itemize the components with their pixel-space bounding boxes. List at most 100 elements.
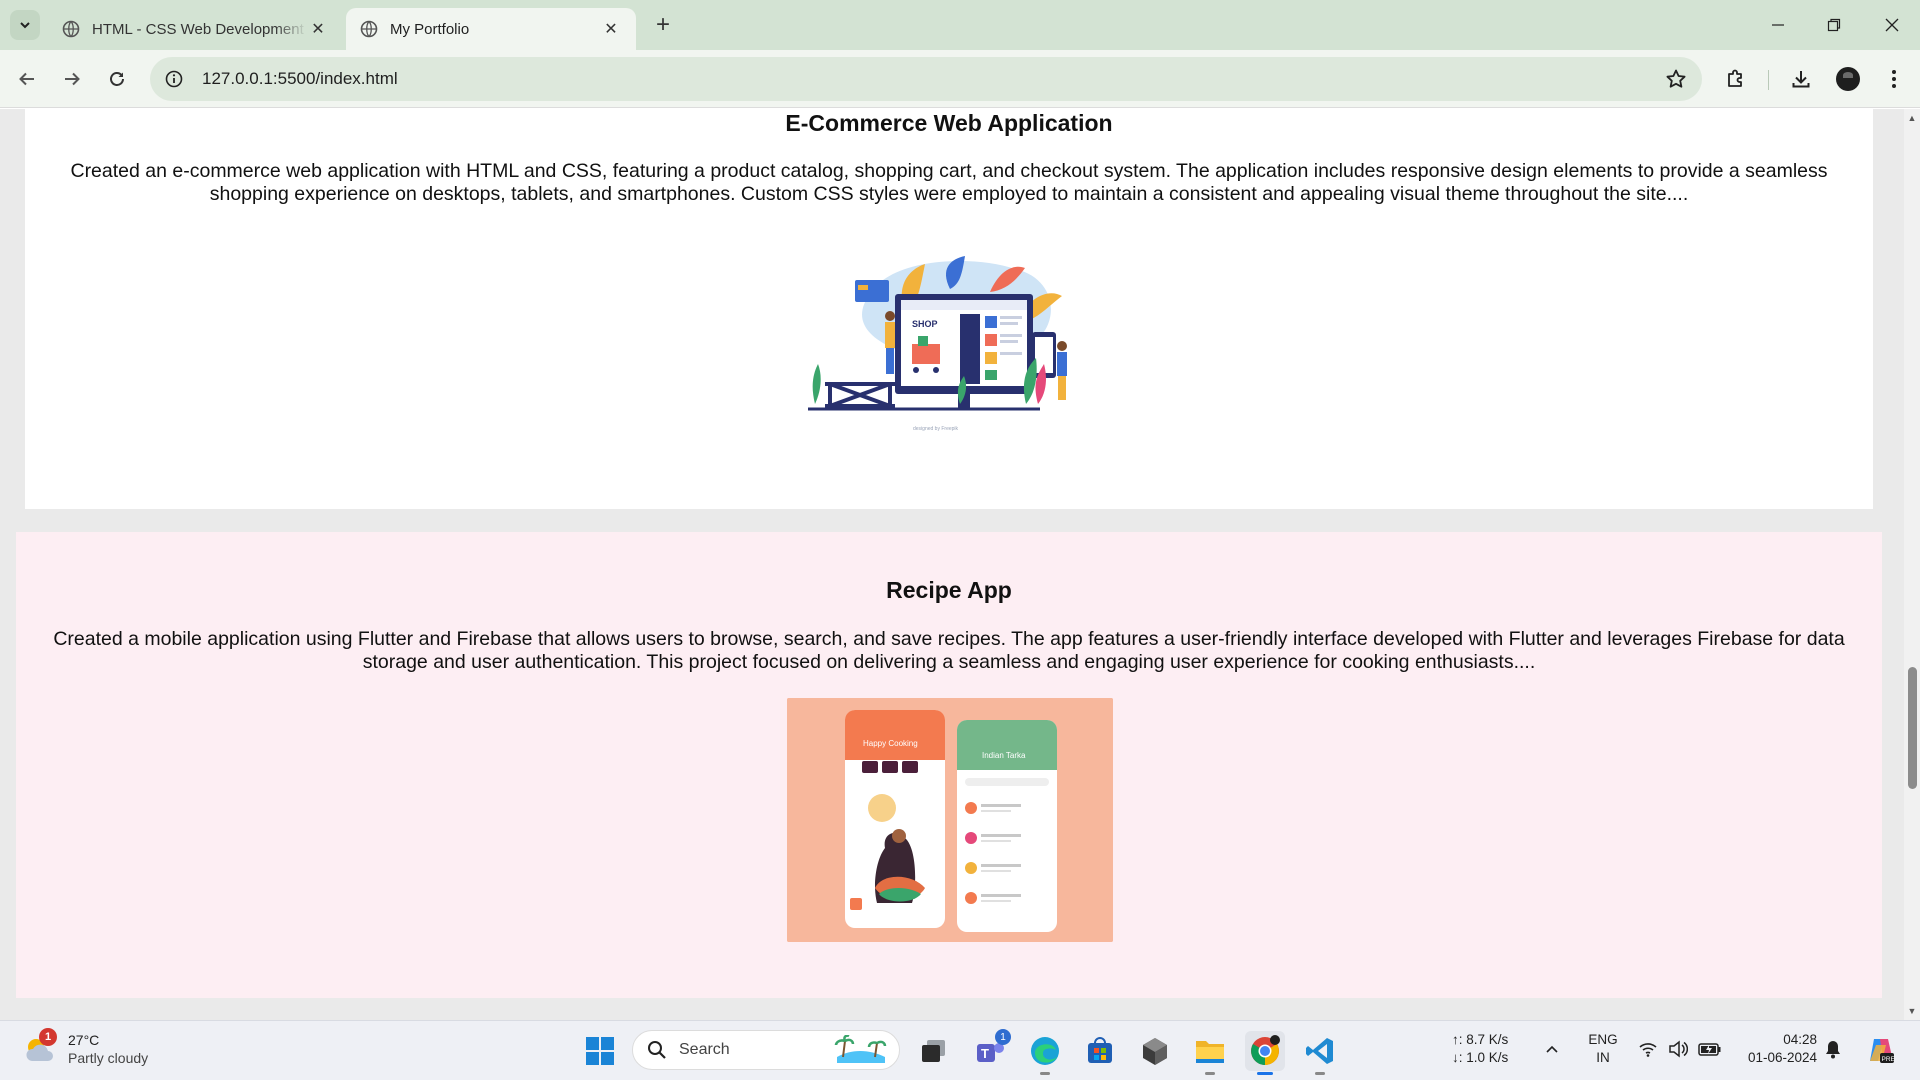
- chrome-app[interactable]: [1245, 1031, 1285, 1075]
- new-tab-button[interactable]: +: [650, 11, 676, 38]
- profile-button[interactable]: [1834, 65, 1862, 93]
- tab-my-portfolio[interactable]: My Portfolio ✕: [346, 8, 636, 50]
- close-window-button[interactable]: [1864, 0, 1920, 50]
- show-hidden-icons-button[interactable]: [1540, 1037, 1564, 1061]
- project-card-recipe: Recipe App Created a mobile application …: [16, 532, 1882, 998]
- close-tab-icon[interactable]: ✕: [307, 18, 329, 40]
- running-indicator: [1257, 1072, 1273, 1075]
- weather-condition: Partly cloudy: [68, 1050, 149, 1066]
- project-title: E-Commerce Web Application: [785, 110, 1113, 136]
- copilot-icon: PRE: [1870, 1039, 1896, 1063]
- site-info-icon[interactable]: [162, 67, 186, 91]
- browser-toolbar: 127.0.0.1:5500/index.html: [0, 50, 1920, 108]
- weather-widget[interactable]: 1 27°C Partly cloudy: [22, 1028, 149, 1067]
- tab-title: HTML - CSS Web Development: [92, 20, 304, 38]
- shop-label: SHOP: [912, 319, 938, 329]
- teams-app[interactable]: T 1: [970, 1029, 1011, 1071]
- forward-button[interactable]: [57, 64, 87, 94]
- url-text[interactable]: 127.0.0.1:5500/index.html: [202, 69, 398, 89]
- arrow-left-icon: [19, 72, 34, 86]
- beach-highlight-icon: [834, 1035, 887, 1063]
- reload-button[interactable]: [102, 64, 132, 94]
- tab-html-css[interactable]: HTML - CSS Web Development ✕: [48, 8, 343, 50]
- ecommerce-illustration: SHOP designed by Freepik: [808, 256, 1067, 432]
- downloads-button[interactable]: [1787, 65, 1815, 93]
- running-indicator: [1315, 1072, 1325, 1075]
- weather-badge: 1: [39, 1028, 57, 1046]
- project-description: Created an e-commerce web application wi…: [70, 160, 1828, 205]
- download-speed: ↓: 1.0 K/s: [1452, 1050, 1509, 1065]
- page-viewport: E-Commerce Web Application Created an e-…: [0, 109, 1904, 1020]
- chevron-down-icon: [20, 22, 30, 29]
- toolbar-divider: [1768, 70, 1769, 90]
- puzzle-icon: [1728, 69, 1742, 87]
- clock[interactable]: 04:28 01-06-2024: [1735, 1031, 1817, 1067]
- back-button[interactable]: [12, 64, 42, 94]
- globe-icon: [62, 20, 80, 38]
- edge-app[interactable]: [1025, 1031, 1065, 1075]
- volume-icon: [1669, 1040, 1688, 1058]
- teams-badge: 1: [995, 1029, 1011, 1045]
- search-label: Search: [679, 1041, 730, 1058]
- globe-icon: [360, 20, 378, 38]
- vertical-scrollbar[interactable]: ▲ ▼: [1904, 109, 1920, 1020]
- project-description: Created a mobile application using Flutt…: [53, 628, 1845, 673]
- language-code: ENG: [1588, 1032, 1618, 1047]
- folder-icon: [1196, 1041, 1224, 1063]
- scroll-up-arrow-icon[interactable]: ▲: [1907, 113, 1917, 123]
- avatar: [1836, 67, 1860, 91]
- extensions-button[interactable]: [1722, 65, 1750, 93]
- windows-taskbar: 1 27°C Partly cloudy Search T 1 ↑: 8.7 K…: [0, 1020, 1920, 1080]
- notifications-button[interactable]: [1824, 1039, 1842, 1064]
- svg-text:PRE: PRE: [1882, 1056, 1896, 1063]
- recipe-app-mockup: Happy Cooking Indian Tarka: [787, 698, 1113, 942]
- windows-logo-icon: [586, 1037, 614, 1065]
- reload-icon: [110, 72, 124, 86]
- minimize-button[interactable]: [1750, 0, 1806, 50]
- happy-cooking-label: Happy Cooking: [863, 739, 918, 748]
- bookmark-star-icon[interactable]: [1664, 67, 1688, 91]
- chrome-menu-button[interactable]: [1880, 65, 1908, 93]
- file-explorer-app[interactable]: [1190, 1031, 1230, 1075]
- close-icon: [1885, 18, 1899, 32]
- network-speed: ↑: 8.7 K/s ↓: 1.0 K/s: [1452, 1031, 1508, 1067]
- microsoft-store-icon: [1088, 1037, 1112, 1063]
- task-view-icon: [922, 1040, 945, 1062]
- restore-button[interactable]: [1806, 0, 1862, 50]
- address-bar[interactable]: 127.0.0.1:5500/index.html: [150, 57, 1702, 101]
- clock-date: 01-06-2024: [1747, 1050, 1817, 1065]
- start-button[interactable]: [584, 1035, 616, 1067]
- partly-cloudy-icon: 1: [22, 1028, 58, 1067]
- tab-strip: HTML - CSS Web Development ✕ My Portfoli…: [0, 0, 1920, 50]
- vscode-app[interactable]: [1300, 1031, 1340, 1075]
- chrome-icon: [1251, 1035, 1280, 1065]
- search-icon: [648, 1041, 666, 1059]
- copilot-button[interactable]: PRE: [1866, 1035, 1896, 1065]
- tab-title: My Portfolio: [390, 20, 470, 38]
- chevron-up-icon: [1546, 1045, 1558, 1053]
- bell-icon: [1826, 1041, 1840, 1059]
- vscode-icon: [1306, 1038, 1333, 1064]
- unity-hub-app[interactable]: [1135, 1031, 1175, 1071]
- download-icon: [1792, 71, 1810, 88]
- clock-time: 04:28: [1783, 1032, 1817, 1047]
- running-indicator: [1205, 1072, 1215, 1075]
- scrollbar-thumb[interactable]: [1908, 667, 1917, 789]
- arrow-right-icon: [65, 72, 80, 86]
- scroll-down-arrow-icon[interactable]: ▼: [1907, 1006, 1917, 1016]
- task-view-button[interactable]: [914, 1031, 954, 1071]
- wifi-icon: [1639, 1043, 1657, 1057]
- battery-charging-icon: [1698, 1043, 1721, 1056]
- store-app[interactable]: [1080, 1031, 1120, 1071]
- indian-tarka-label: Indian Tarka: [982, 751, 1026, 760]
- kebab-menu-icon: [1892, 70, 1896, 88]
- unity-cube-icon: [1143, 1038, 1167, 1065]
- system-tray-icons[interactable]: [1638, 1039, 1722, 1059]
- language-indicator[interactable]: ENG IN: [1584, 1031, 1622, 1067]
- close-tab-icon[interactable]: ✕: [600, 18, 622, 40]
- restore-icon: [1827, 18, 1841, 32]
- project-title: Recipe App: [886, 577, 1012, 603]
- taskbar-search[interactable]: Search: [632, 1030, 900, 1070]
- minimize-icon: [1772, 24, 1784, 26]
- tab-search-button[interactable]: [10, 10, 40, 40]
